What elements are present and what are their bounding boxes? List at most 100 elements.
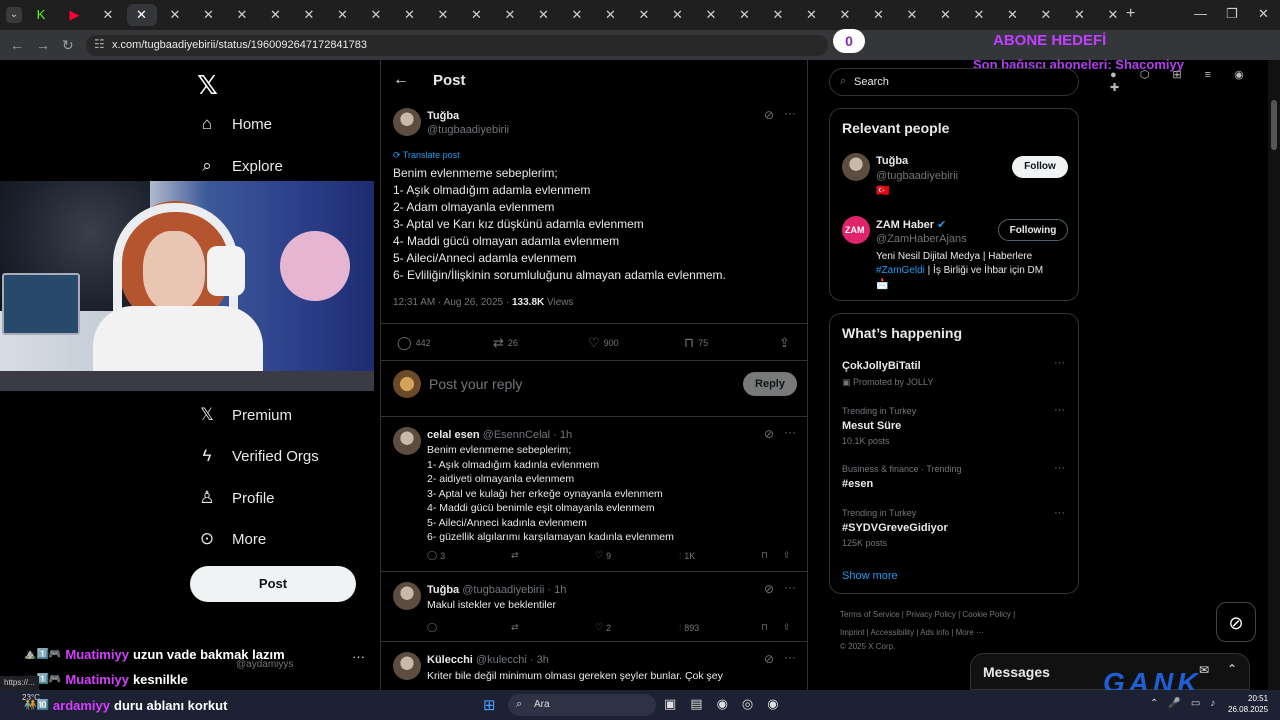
browser-tab[interactable]: ✕ <box>897 4 927 26</box>
reply-author[interactable]: Külecchi @kulecchi · 3h <box>427 654 549 666</box>
following-button[interactable]: Following <box>998 219 1068 241</box>
close-window-icon[interactable]: ✕ <box>1258 6 1269 22</box>
notification-badge[interactable]: 0 <box>833 29 865 53</box>
reply-action[interactable]: ◯ 442 <box>397 335 431 351</box>
person-name[interactable]: ZAM Haber ✔ <box>876 218 946 231</box>
browser-tab[interactable]: ✕ <box>797 4 827 26</box>
nav-item-premium[interactable]: 𝕏 Premium <box>196 400 292 430</box>
minimize-icon[interactable]: — <box>1194 6 1207 21</box>
browser-tab[interactable]: ✕ <box>462 4 492 26</box>
more-options-icon[interactable]: ··· <box>352 649 365 664</box>
grok-icon[interactable]: ⊘ <box>764 108 774 122</box>
browser-tab[interactable]: ✕ <box>160 4 190 26</box>
page-scrollbar[interactable] <box>1268 60 1280 690</box>
nav-item-home[interactable]: ⌂ Home <box>196 109 272 139</box>
translate-post-link[interactable]: ⟳ Translate post <box>393 150 460 161</box>
person-handle[interactable]: @ZamHaberAjans <box>876 233 967 245</box>
scrollbar-thumb[interactable] <box>1271 100 1277 150</box>
browser-tab[interactable]: ✕ <box>328 4 358 26</box>
new-tab-button[interactable]: + <box>1126 5 1135 23</box>
grok-floating-icon[interactable]: ⊘ <box>1216 602 1256 642</box>
reply-action[interactable]: ◯ <box>427 622 440 633</box>
reply-author[interactable]: celal esen @EsennCelal · 1h <box>427 429 572 441</box>
more-options-icon[interactable]: ··· <box>1054 357 1065 369</box>
repost-action[interactable]: ⇄ <box>511 622 522 633</box>
browser-tab[interactable]: ▶ <box>60 4 90 26</box>
expand-icon[interactable]: ⌃ <box>1227 662 1237 676</box>
person-handle[interactable]: @tugbaadiyebirii <box>876 170 958 182</box>
grok-icon[interactable]: ⊘ <box>764 427 774 441</box>
browser-tab[interactable]: ✕ <box>529 4 559 26</box>
author-name[interactable]: Tuğba <box>427 110 459 122</box>
like-action[interactable]: ♡ 2 <box>595 622 611 633</box>
nav-item-explore[interactable]: ⌕ Explore <box>196 151 283 181</box>
browser-tab[interactable]: K <box>26 4 56 26</box>
nav-item-profile[interactable]: ♙ Profile <box>196 483 274 513</box>
search-input[interactable]: ⌕ Search <box>829 68 1079 96</box>
views-action[interactable]: ⫶ 1K <box>679 550 695 561</box>
restore-icon[interactable]: ❐ <box>1226 6 1238 22</box>
browser-tab[interactable]: ✕ <box>763 4 793 26</box>
views-action[interactable]: ⫶ 893 <box>679 622 699 633</box>
more-options-icon[interactable]: ··· <box>1054 507 1065 519</box>
back-icon[interactable]: ← <box>10 37 24 53</box>
trend-name[interactable]: #SYDVGreveGidiyor <box>842 522 948 534</box>
person-name[interactable]: Tuğba <box>876 155 908 167</box>
reply-item[interactable]: celal esen @EsennCelal · 1h ⊘ ··· Benim … <box>381 417 807 572</box>
taskbar-apps[interactable]: ▣▤◉◎◉ <box>664 696 793 712</box>
trend-name[interactable]: Mesut Süre <box>842 420 901 432</box>
browser-tab[interactable]: ✕ <box>126 4 157 26</box>
reply-input[interactable]: Post your reply <box>429 376 522 392</box>
avatar[interactable] <box>393 108 421 136</box>
share-action[interactable]: ⇪ <box>779 335 790 351</box>
browser-tab[interactable]: ✕ <box>864 4 894 26</box>
browser-tab[interactable]: ✕ <box>629 4 659 26</box>
browser-tab[interactable]: ✕ <box>931 4 961 26</box>
system-tray[interactable]: ⌃🎤▭♪ <box>1150 698 1225 709</box>
nav-item-more[interactable]: ⊙ More <box>196 524 266 554</box>
browser-tab[interactable]: ✕ <box>964 4 994 26</box>
browser-tab[interactable]: ✕ <box>93 4 123 26</box>
footer-links[interactable]: Imprint | Accessibility | Ads info | Mor… <box>840 628 984 637</box>
my-avatar[interactable] <box>393 370 421 398</box>
browser-tab[interactable]: ✕ <box>830 4 860 26</box>
browser-tab[interactable]: ✕ <box>562 4 592 26</box>
taskbar-search[interactable]: ⌕ Ara <box>508 694 656 716</box>
reply-action[interactable]: ◯ 3 <box>427 550 445 561</box>
avatar[interactable] <box>842 153 870 181</box>
trend-name[interactable]: #esen <box>842 478 873 490</box>
browser-tab[interactable]: ✕ <box>395 4 425 26</box>
more-options-icon[interactable]: ··· <box>1054 404 1065 416</box>
reply-button[interactable]: Reply <box>743 372 797 396</box>
browser-tab[interactable]: ✕ <box>227 4 257 26</box>
post-button[interactable]: Post <box>190 566 356 602</box>
reload-icon[interactable]: ↻ <box>62 37 74 54</box>
address-bar[interactable]: ☷ x.com/tugbaadiyebirii/status/196009264… <box>86 35 828 56</box>
browser-tab[interactable]: ✕ <box>1098 4 1128 26</box>
post-time[interactable]: 12:31 AM · Aug 26, 2025 · <box>393 297 512 308</box>
browser-tab[interactable]: ✕ <box>596 4 626 26</box>
avatar[interactable] <box>393 652 421 680</box>
like-action[interactable]: ♡ 9 <box>595 550 611 561</box>
browser-tab[interactable]: ✕ <box>998 4 1028 26</box>
reply-author[interactable]: Tuğba @tugbaadiyebirii · 1h <box>427 584 566 596</box>
forward-icon[interactable]: → <box>36 37 50 53</box>
more-options-icon[interactable]: ··· <box>1054 462 1065 474</box>
repost-action[interactable]: ⇄ <box>511 550 522 561</box>
avatar[interactable] <box>393 582 421 610</box>
reply-item[interactable]: Külecchi @kulecchi · 3h ⊘ ··· Kriter bil… <box>381 642 807 690</box>
like-action[interactable]: ♡ 900 <box>588 335 619 351</box>
more-options-icon[interactable]: ··· <box>784 425 796 439</box>
windows-start-icon[interactable]: ⊞ <box>483 696 496 714</box>
browser-tab[interactable]: ✕ <box>361 4 391 26</box>
more-options-icon[interactable]: ··· <box>784 650 796 664</box>
browser-tab[interactable]: ✕ <box>428 4 458 26</box>
taskbar-clock[interactable]: 20:51 26.08.2025 <box>1228 693 1268 715</box>
browser-tab[interactable]: ✕ <box>1065 4 1095 26</box>
share-action[interactable]: ⇪ <box>783 622 791 633</box>
browser-tab[interactable]: ✕ <box>495 4 525 26</box>
browser-tab[interactable]: ✕ <box>730 4 760 26</box>
browser-tab[interactable]: ✕ <box>696 4 726 26</box>
show-more-link[interactable]: Show more <box>842 570 898 582</box>
more-options-icon[interactable]: ··· <box>784 106 796 120</box>
